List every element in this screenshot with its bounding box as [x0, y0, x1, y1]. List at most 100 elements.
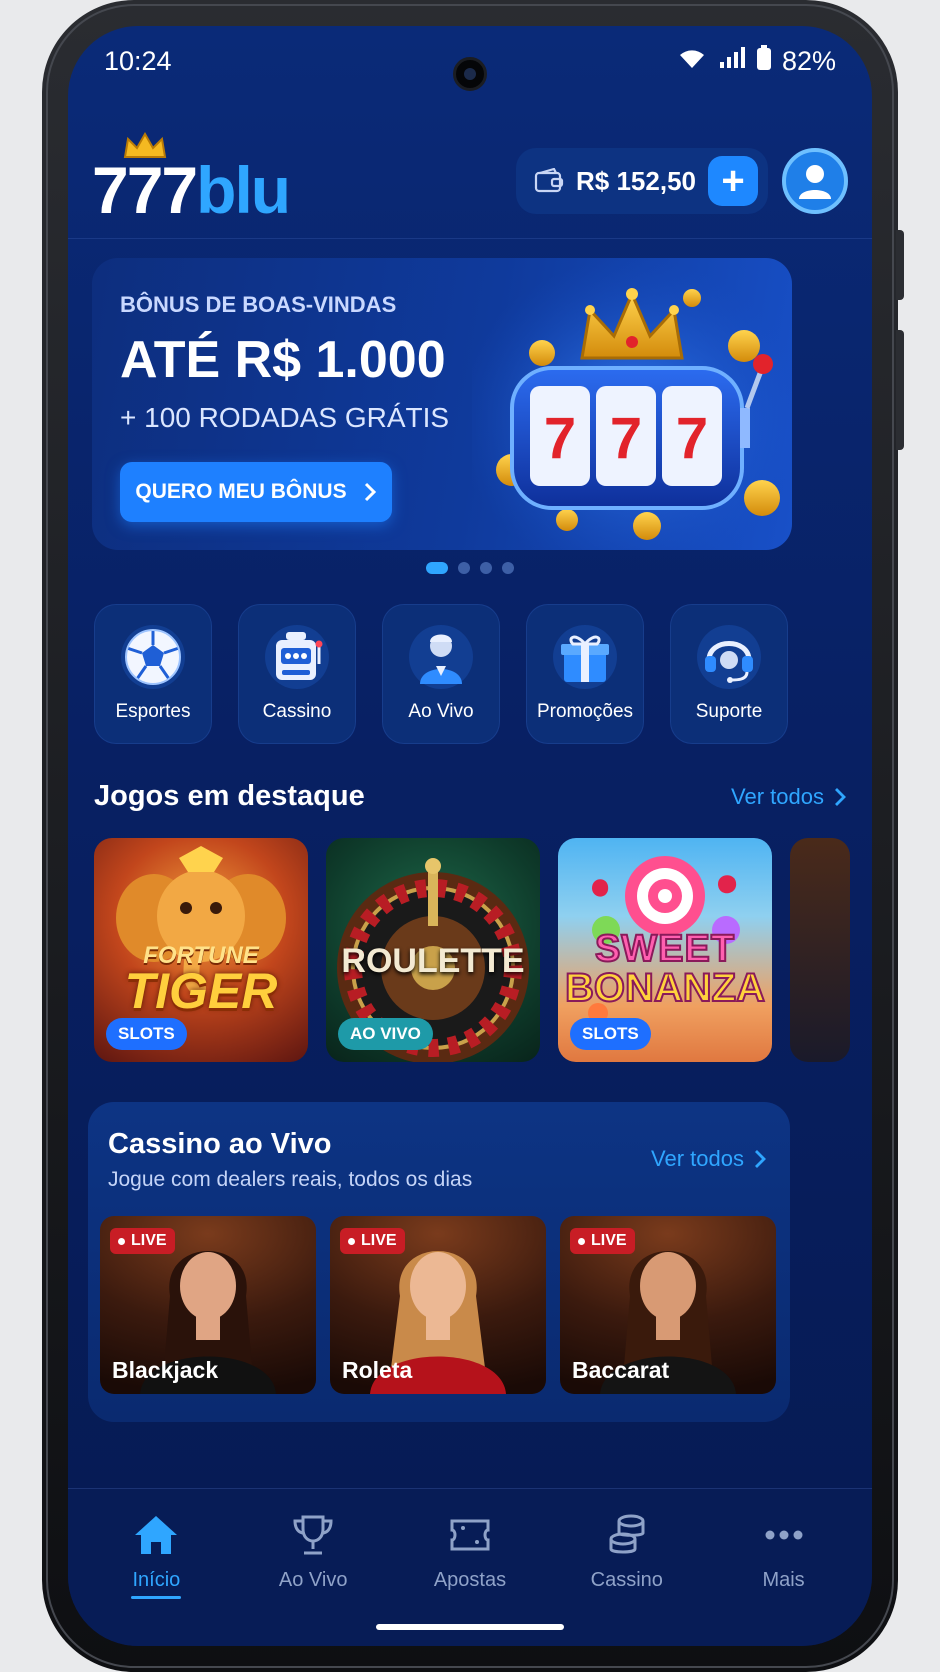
nav-bets[interactable]: Apostas [400, 1513, 540, 1599]
live-subtitle: Jogue com dealers reais, todos os dias [108, 1168, 473, 1191]
game-title-line2: TIGER [124, 963, 278, 1019]
nav-label: Início [132, 1569, 181, 1591]
ticket-icon [450, 1519, 490, 1551]
svg-text:7: 7 [610, 406, 642, 471]
wifi-icon [676, 46, 708, 77]
carousel-dot[interactable] [502, 562, 514, 574]
promo-banner[interactable]: BÔNUS DE BOAS-VINDAS ATÉ R$ 1.000 + 100 … [92, 258, 792, 550]
volume-button [896, 230, 904, 300]
game-card-fortune-tiger[interactable]: FORTUNE TIGER SLOTS [94, 838, 308, 1062]
live-badge: LIVE [110, 1228, 175, 1254]
nav-label: Cassino [590, 1569, 663, 1591]
battery-icon [756, 44, 772, 78]
balance-amount: R$ 152,50 [576, 165, 696, 196]
banner-subline: + 100 RODADAS GRÁTIS [120, 402, 450, 433]
svg-text:7: 7 [676, 406, 708, 471]
bottom-navigation: Início Ao Vivo Apostas Cassino Mais [68, 1488, 872, 1646]
carousel-dots [68, 562, 872, 574]
claim-bonus-label: QUERO MEU BÔNUS [135, 480, 347, 503]
signal-icon [718, 46, 746, 77]
table-name: Roleta [342, 1357, 413, 1383]
carousel-dot[interactable] [480, 562, 492, 574]
claim-bonus-button[interactable]: QUERO MEU BÔNUS [120, 462, 392, 522]
game-card-roulette[interactable]: ROULETTE AO VIVO [326, 838, 540, 1062]
nav-live[interactable]: Ao Vivo [243, 1513, 383, 1599]
power-button [896, 330, 904, 450]
category-label: Promoções [536, 701, 634, 722]
category-label: Suporte [695, 701, 763, 722]
category-sports[interactable]: Esportes [94, 604, 212, 744]
active-indicator [131, 1596, 182, 1599]
headset-icon [697, 625, 761, 689]
home-icon [135, 1516, 178, 1554]
front-camera [453, 57, 487, 91]
category-promotions[interactable]: Promoções [526, 604, 644, 744]
wallet-area: R$ 152,50 + [516, 148, 848, 214]
game-card-sweet-bonanza[interactable]: SWEET BONANZA SLOTS [558, 838, 772, 1062]
slot-machine-illustration: 7 7 7 [472, 258, 792, 550]
phone-frame: 10:24 82% 777blu R$ 152,50 + BÔNUS DE BO… [42, 0, 904, 1672]
live-badge: LIVE [570, 1228, 635, 1254]
live-table-card[interactable]: LIVE Baccarat [560, 1216, 776, 1394]
category-label: Esportes [115, 701, 191, 722]
category-label: Ao Vivo [408, 701, 474, 722]
banner-headline: ATÉ R$ 1.000 [120, 331, 446, 389]
live-tables-row: LIVE Blackjack LIVE Roleta LIVE Baccarat [100, 1216, 776, 1394]
game-title-line1: ROULETTE [341, 942, 525, 980]
category-shortcuts: Esportes Cassino Ao Vivo Promoções Supor… [94, 604, 848, 744]
balance-pill[interactable]: R$ 152,50 + [516, 148, 768, 214]
game-tag: SLOTS [106, 1018, 187, 1050]
logo-main: 777 [92, 153, 198, 227]
soccer-ball-icon [121, 625, 185, 689]
crown-icon [123, 131, 167, 158]
logo-accent: blu [196, 153, 291, 227]
status-time: 10:24 [104, 45, 172, 76]
app-header: 777blu R$ 152,50 + [92, 126, 848, 236]
wallet-icon [534, 168, 564, 193]
home-indicator[interactable] [376, 1624, 564, 1630]
category-support[interactable]: Suporte [670, 604, 788, 744]
see-all-label: Ver todos [651, 1146, 744, 1171]
nav-casino[interactable]: Cassino [557, 1513, 697, 1599]
header-divider [68, 238, 872, 239]
chevron-right-icon [364, 482, 376, 502]
more-icon [765, 1530, 803, 1540]
game-title-line1: SWEET [594, 927, 736, 971]
live-title: Cassino ao Vivo [108, 1128, 332, 1160]
live-table-card[interactable]: LIVE Blackjack [100, 1216, 316, 1394]
game-tag: SLOTS [570, 1018, 651, 1050]
user-icon [799, 165, 831, 199]
banner-kicker: BÔNUS DE BOAS-VINDAS [120, 292, 397, 317]
app-screen: 10:24 82% 777blu R$ 152,50 + BÔNUS DE BO… [68, 26, 872, 1646]
slot-machine-icon [265, 625, 329, 689]
nav-label: Mais [762, 1569, 805, 1591]
featured-see-all-link[interactable]: Ver todos [731, 784, 846, 810]
category-casino[interactable]: Cassino [238, 604, 356, 744]
featured-title: Jogos em destaque [94, 780, 365, 812]
nav-label: Apostas [433, 1569, 507, 1591]
brand-logo[interactable]: 777blu [92, 131, 291, 223]
carousel-dot[interactable] [458, 562, 470, 574]
live-badge: LIVE [340, 1228, 405, 1254]
see-all-label: Ver todos [731, 783, 824, 809]
battery-percent: 82% [781, 45, 836, 76]
game-card-partial[interactable] [790, 838, 850, 1062]
trophy-icon [293, 1515, 333, 1555]
avatar[interactable] [782, 148, 848, 214]
deposit-button[interactable]: + [708, 156, 758, 206]
live-casino-panel: Cassino ao Vivo Jogue com dealers reais,… [88, 1102, 790, 1422]
game-title-line2: BONANZA [564, 965, 766, 1011]
chevron-right-icon [835, 787, 846, 806]
dealer-icon [409, 625, 473, 689]
category-label: Cassino [262, 701, 332, 722]
carousel-dot[interactable] [426, 562, 448, 574]
nav-more[interactable]: Mais [714, 1513, 854, 1599]
table-name: Baccarat [572, 1357, 670, 1383]
live-table-card[interactable]: LIVE Roleta [330, 1216, 546, 1394]
table-name: Blackjack [112, 1357, 219, 1383]
category-live[interactable]: Ao Vivo [382, 604, 500, 744]
gift-icon [553, 625, 617, 689]
nav-home[interactable]: Início [86, 1513, 226, 1599]
coins-icon [609, 1514, 645, 1554]
live-see-all-link[interactable]: Ver todos [651, 1146, 766, 1172]
